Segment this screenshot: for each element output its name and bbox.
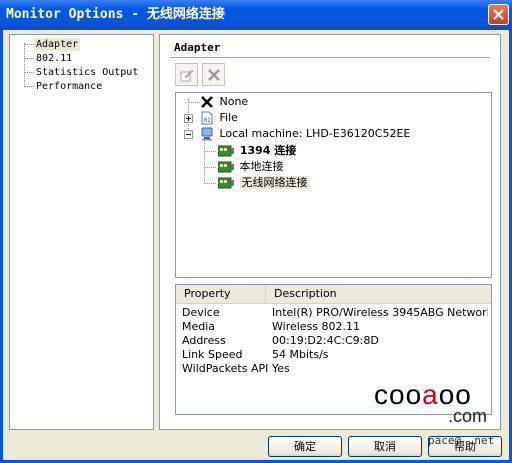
tree-item-local-machine-label: Local machine: LHD-E36120C52EE bbox=[219, 127, 411, 140]
delete-button[interactable] bbox=[202, 63, 225, 86]
column-header-property[interactable]: Property bbox=[176, 285, 266, 303]
plus-icon bbox=[186, 116, 191, 121]
cancel-button[interactable]: 取消 bbox=[348, 436, 422, 457]
tree-item-adapter-wireless[interactable]: 无线网络连接 bbox=[218, 175, 310, 191]
edit-icon bbox=[180, 69, 194, 82]
adapter-label: 本地连接 bbox=[239, 160, 284, 173]
panel-divider bbox=[170, 57, 490, 59]
nav-item-adapter[interactable]: Adapter bbox=[34, 38, 81, 51]
nav-item-statistics-output[interactable]: Statistics Output bbox=[34, 66, 140, 79]
panel-title: Adapter bbox=[174, 41, 221, 54]
tree-tick bbox=[204, 167, 216, 168]
adapter-panel: Adapter None 01 File Local machine: LHD-… bbox=[159, 34, 501, 430]
cooaoo-logo: cooaoo .com bbox=[374, 379, 487, 426]
tree-item-none-label: None bbox=[219, 95, 249, 108]
nav-tree-tick bbox=[24, 44, 34, 45]
watermark-text: pace@ .net bbox=[428, 434, 495, 447]
tree-tick bbox=[188, 102, 200, 103]
tree-line bbox=[204, 139, 205, 184]
nav-item-performance[interactable]: Performance bbox=[34, 80, 104, 93]
property-value: 54 Mbits/s bbox=[272, 348, 329, 361]
nav-tree-tick bbox=[24, 58, 34, 59]
tree-item-file[interactable]: 01 File bbox=[200, 110, 238, 126]
minus-icon bbox=[186, 134, 191, 135]
tree-tick bbox=[204, 183, 216, 184]
adapter-label: 1394 连接 bbox=[239, 144, 297, 157]
property-value: 00:19:D2:4C:C9:8D bbox=[272, 334, 379, 347]
property-value: Yes bbox=[272, 362, 290, 375]
adapter-properties-table: Property Description Device Intel(R) PRO… bbox=[175, 284, 492, 426]
network-card-icon bbox=[218, 161, 234, 173]
expand-file-toggle[interactable] bbox=[184, 114, 193, 123]
logo-domain: .com bbox=[448, 406, 488, 426]
table-header: Property Description bbox=[176, 285, 491, 304]
property-value: Intel(R) PRO/Wireless 3945ABG Network ..… bbox=[272, 306, 488, 319]
svg-text:01: 01 bbox=[204, 117, 212, 124]
delete-icon bbox=[208, 69, 220, 81]
computer-icon bbox=[201, 127, 213, 141]
tree-tick bbox=[204, 151, 216, 152]
property-name: Link Speed bbox=[182, 348, 243, 361]
window-title: Monitor Options - 无线网络连接 bbox=[6, 7, 225, 22]
nav-tree-tick bbox=[24, 86, 34, 87]
nav-item-802-11[interactable]: 802.11 bbox=[34, 52, 74, 65]
network-card-icon bbox=[218, 145, 234, 157]
x-mark-icon bbox=[201, 96, 213, 108]
close-button[interactable] bbox=[488, 4, 509, 25]
close-icon bbox=[493, 9, 504, 20]
tree-item-local-machine[interactable]: Local machine: LHD-E36120C52EE bbox=[200, 126, 410, 142]
title-bar: Monitor Options - 无线网络连接 bbox=[0, 0, 512, 30]
tree-item-file-label: File bbox=[219, 111, 238, 124]
nav-tree-tick bbox=[24, 72, 34, 73]
property-name: Address bbox=[182, 334, 226, 347]
binary-file-icon: 01 bbox=[201, 111, 213, 125]
adapter-tree: None 01 File Local machine: LHD-E36120C5… bbox=[175, 92, 492, 278]
property-name: Device bbox=[182, 306, 220, 319]
tree-item-none[interactable]: None bbox=[200, 94, 248, 110]
tree-item-adapter-1394[interactable]: 1394 连接 bbox=[218, 143, 296, 159]
ok-button[interactable]: 确定 bbox=[268, 436, 342, 457]
property-value: Wireless 802.11 bbox=[272, 320, 361, 333]
edit-button[interactable] bbox=[175, 63, 198, 86]
options-nav-tree: Adapter 802.11 Statistics Output Perform… bbox=[9, 34, 154, 430]
nav-tree-line bbox=[24, 43, 25, 87]
collapse-local-toggle[interactable] bbox=[184, 130, 193, 139]
adapter-label-selected: 无线网络连接 bbox=[239, 176, 310, 189]
column-header-description[interactable]: Description bbox=[266, 285, 491, 303]
network-card-icon bbox=[218, 177, 234, 189]
tree-item-adapter-local[interactable]: 本地连接 bbox=[218, 159, 284, 175]
property-name: WildPackets API bbox=[182, 362, 268, 375]
property-name: Media bbox=[182, 320, 216, 333]
